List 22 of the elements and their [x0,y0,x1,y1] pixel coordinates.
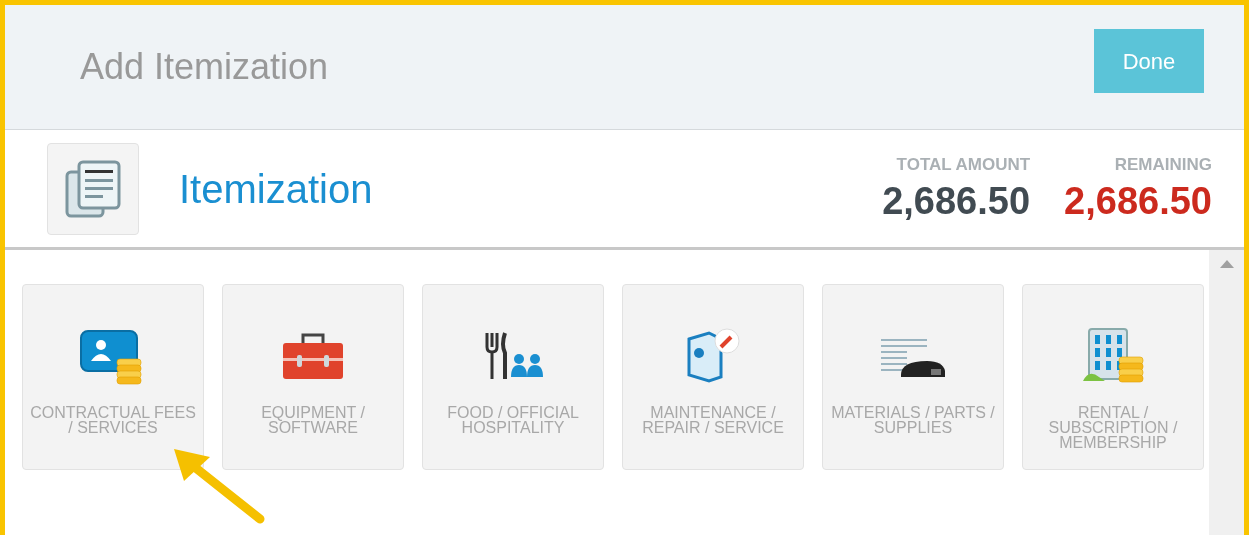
category-tile[interactable]: CONTRACTUAL FEES / SERVICES [22,284,204,470]
scrollbar[interactable] [1209,250,1244,535]
remaining-label: REMAINING [1114,154,1212,176]
scroll-up-icon[interactable] [1219,260,1234,268]
category-label: EQUIPMENT / SOFTWARE [260,405,366,436]
category-label: RENTAL / SUBSCRIPTION / MEMBERSHIP [1047,405,1179,451]
document-list-icon [65,159,121,218]
total-amount-label: TOTAL AMOUNT [896,154,1031,176]
category-label: FOOD / OFFICIAL HOSPITALITY [446,405,580,436]
section-title: Itemization [179,165,373,213]
category-label: MATERIALS / PARTS / SUPPLIES [830,405,996,436]
category-label: MAINTENANCE / REPAIR / SERVICE [641,405,785,436]
total-amount-value: 2,686.50 [882,178,1031,224]
category-tile[interactable]: EQUIPMENT / SOFTWARE [222,284,404,470]
category-tile[interactable]: MAINTENANCE / REPAIR / SERVICE [622,284,804,470]
dialog-title: Add Itemization [80,45,329,89]
done-button[interactable]: Done [1094,29,1204,93]
category-tile[interactable]: RENTAL / SUBSCRIPTION / MEMBERSHIP [1022,284,1204,470]
category-tile[interactable]: FOOD / OFFICIAL HOSPITALITY [422,284,604,470]
category-label: CONTRACTUAL FEES / SERVICES [29,405,197,436]
remaining-value: 2,686.50 [1064,178,1212,224]
category-tile[interactable]: MATERIALS / PARTS / SUPPLIES [822,284,1004,470]
